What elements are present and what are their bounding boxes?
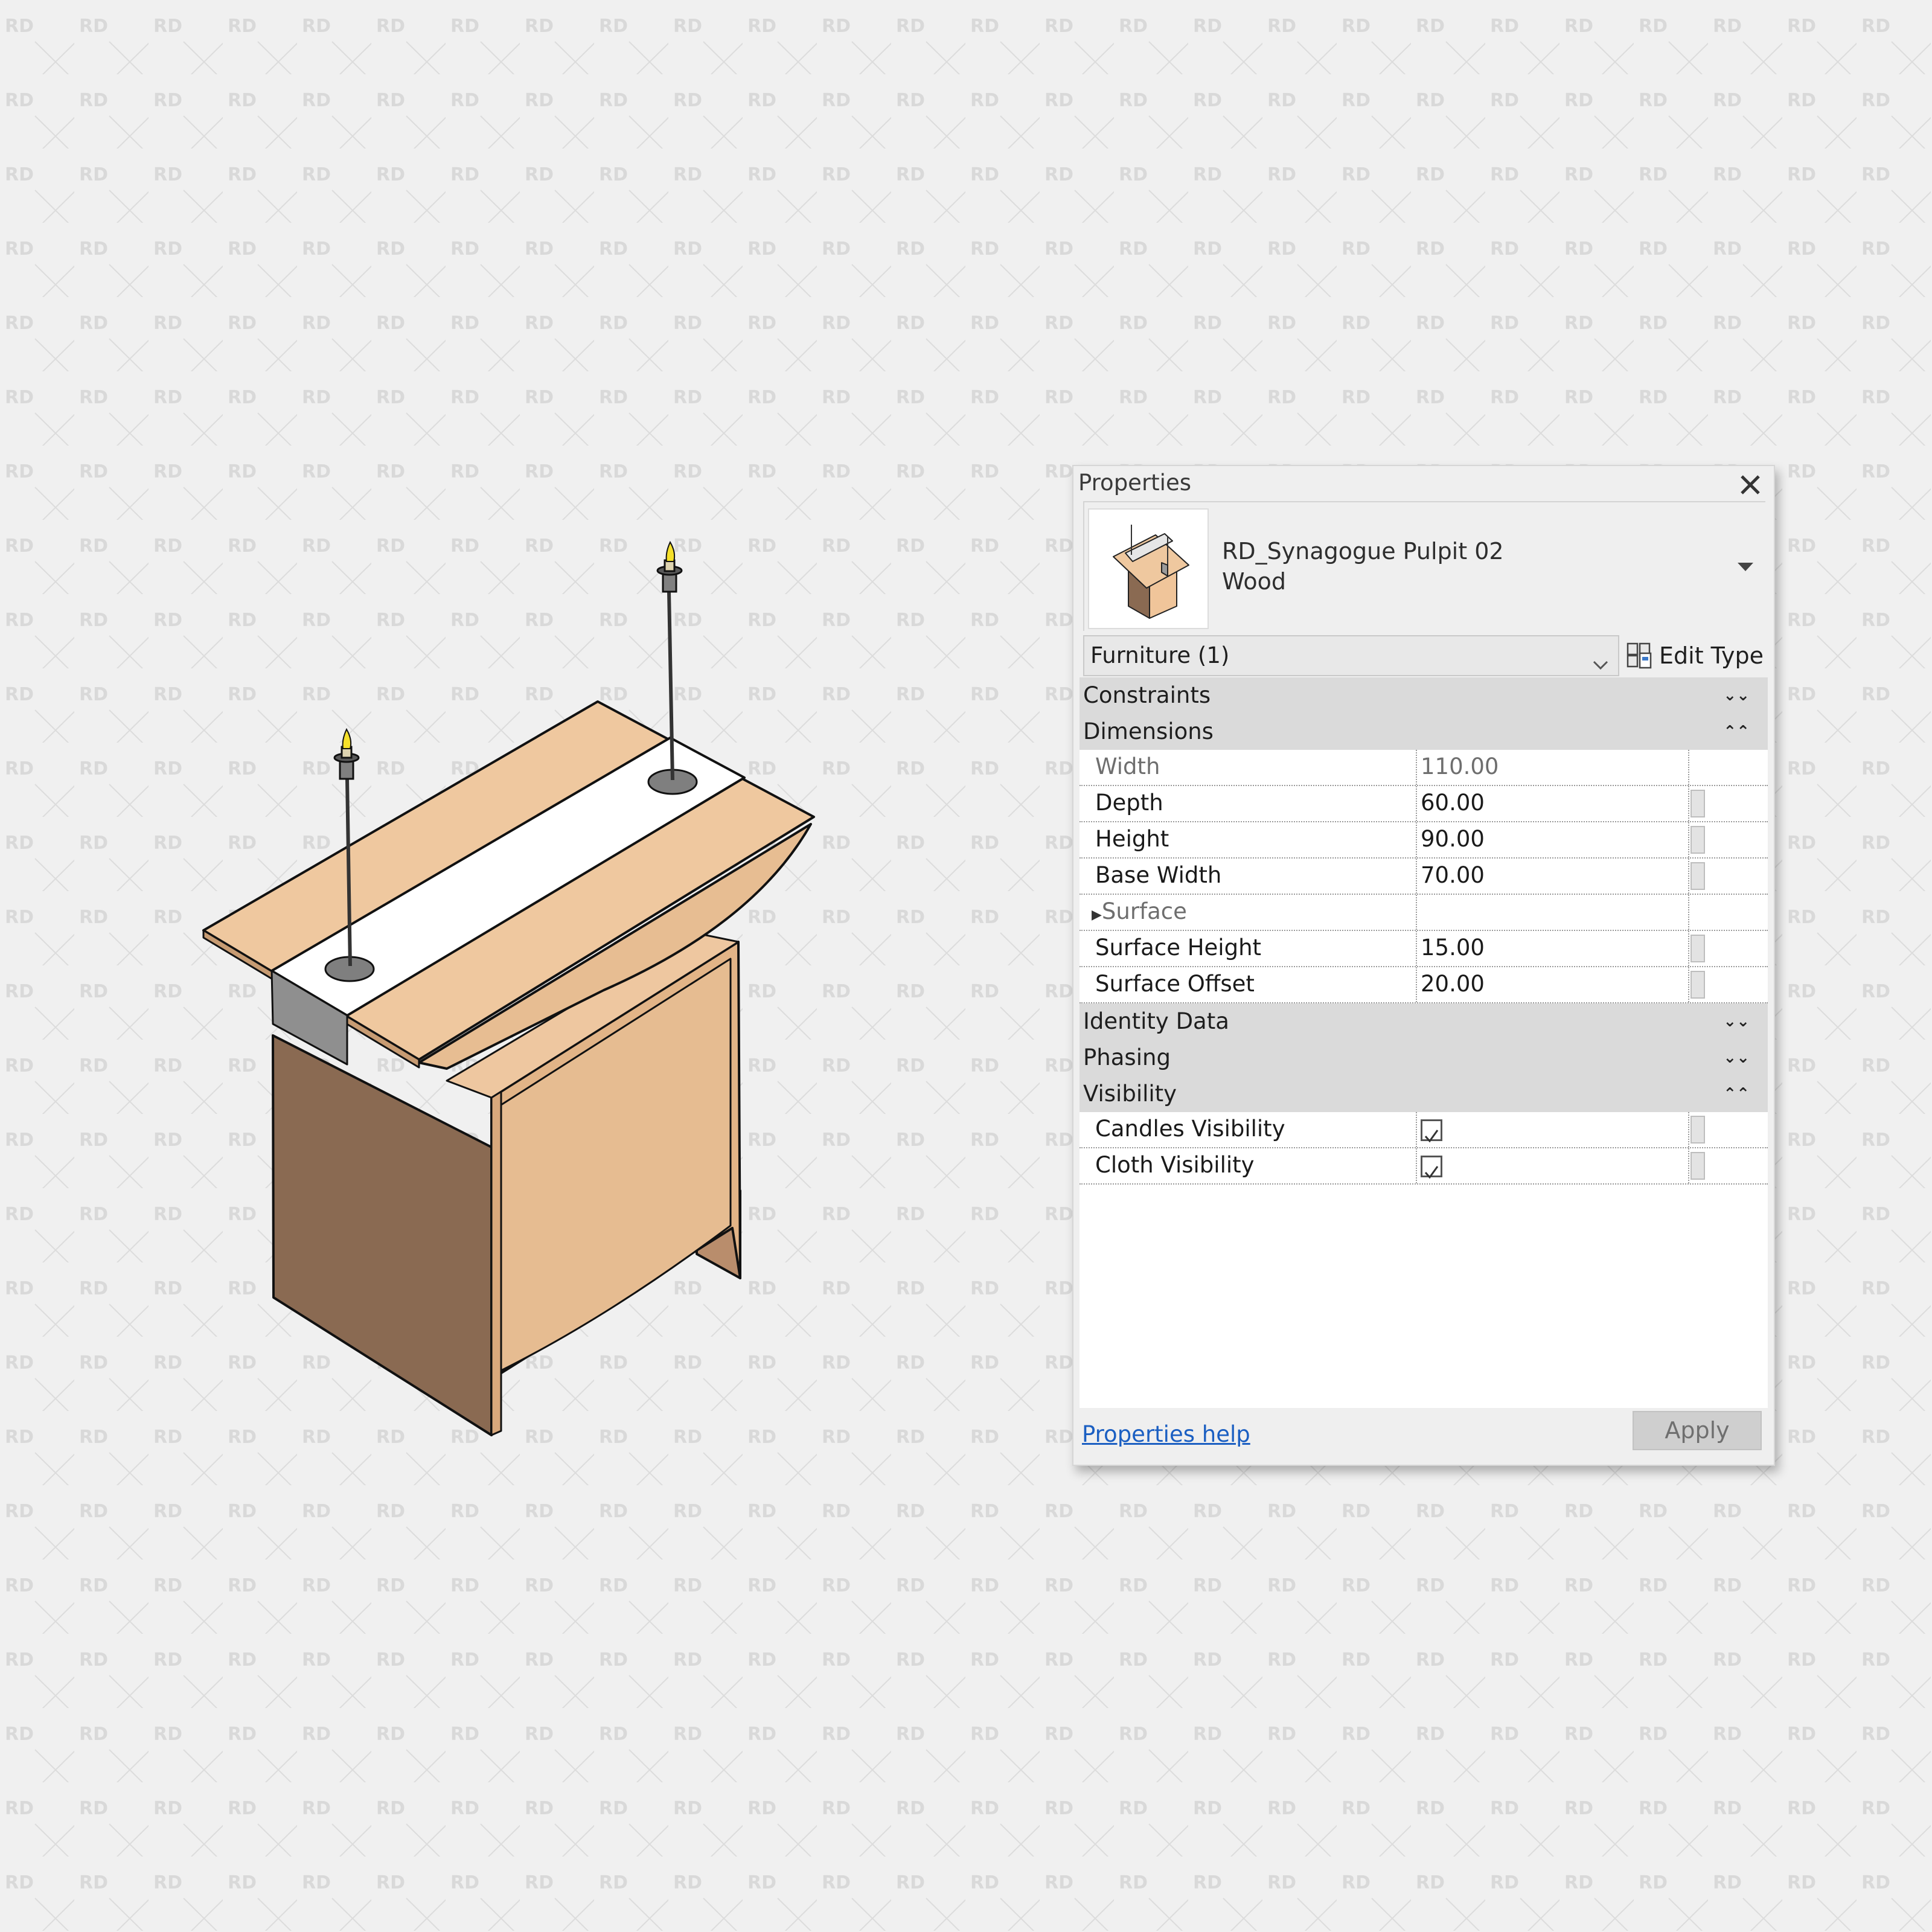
checkmark-icon <box>1424 1130 1439 1143</box>
selection-filter-row: Furniture (1) Edit Type <box>1083 635 1765 677</box>
expand-icon: ⌄⌄ <box>1723 1012 1750 1031</box>
type-thumbnail <box>1088 508 1209 629</box>
pulpit-thumbnail-icon <box>1113 525 1189 619</box>
group-label: Dimensions <box>1083 718 1214 744</box>
collapse-icon: ⌃⌃ <box>1723 1085 1750 1103</box>
type-label: Wood <box>1222 568 1286 595</box>
property-row-depth: Depth 60.00 <box>1080 786 1768 822</box>
collapse-icon: ⌃⌃ <box>1723 723 1750 741</box>
close-icon <box>1741 475 1760 494</box>
property-value-height[interactable]: 90.00 <box>1416 822 1687 857</box>
associate-parameter-button[interactable] <box>1690 862 1705 890</box>
row-stub <box>1688 895 1706 930</box>
cloth-visibility-checkbox[interactable] <box>1421 1156 1442 1179</box>
row-stub <box>1688 967 1706 1002</box>
property-row-candles-visibility: Candles Visibility <box>1080 1112 1768 1148</box>
caret-down-icon <box>1738 563 1753 571</box>
property-name: Base Width <box>1095 862 1222 888</box>
property-subgroup-name: ▶Surface <box>1092 895 1187 932</box>
checkmark-icon <box>1424 1166 1439 1179</box>
property-row-surface-offset: Surface Offset 20.00 <box>1080 967 1768 1003</box>
property-value-surface <box>1416 895 1687 930</box>
property-name: Cloth Visibility <box>1095 1152 1255 1178</box>
subgroup-label: Surface <box>1101 898 1187 924</box>
edit-type-label: Edit Type <box>1659 642 1764 669</box>
properties-grid: Constraints ⌄⌄ Dimensions ⌃⌃ Width 110.0… <box>1080 677 1768 1408</box>
type-dropdown-arrow[interactable] <box>1738 563 1753 575</box>
associate-parameter-button[interactable] <box>1690 935 1705 962</box>
expand-icon: ⌄⌄ <box>1723 686 1750 705</box>
property-value-surface-offset[interactable]: 20.00 <box>1416 967 1687 1002</box>
properties-help-link[interactable]: Properties help <box>1082 1421 1250 1447</box>
row-stub <box>1688 1148 1706 1183</box>
property-name: Depth <box>1095 790 1163 816</box>
row-stub <box>1688 1112 1706 1147</box>
group-constraints[interactable]: Constraints ⌄⌄ <box>1080 677 1768 714</box>
category-filter-value: Furniture (1) <box>1090 642 1230 668</box>
group-dimensions[interactable]: Dimensions ⌃⌃ <box>1080 714 1768 750</box>
group-label: Constraints <box>1083 682 1211 708</box>
property-value-width: 110.00 <box>1416 750 1687 785</box>
group-label: Phasing <box>1083 1044 1171 1070</box>
group-visibility[interactable]: Visibility ⌃⌃ <box>1080 1076 1768 1112</box>
palette-title: Properties <box>1078 470 1191 496</box>
property-name: Surface Offset <box>1095 971 1255 997</box>
property-row-base-width: Base Width 70.00 <box>1080 859 1768 895</box>
row-stub <box>1688 786 1706 821</box>
pulpit-front-edge <box>490 1090 502 1436</box>
group-label: Visibility <box>1083 1081 1177 1107</box>
pulpit-cabinet-side <box>272 1034 493 1436</box>
property-name: Height <box>1095 826 1169 852</box>
property-subgroup-surface[interactable]: ▶Surface <box>1080 895 1768 931</box>
property-row-surface-height: Surface Height 15.00 <box>1080 931 1768 967</box>
row-stub <box>1688 750 1706 785</box>
property-value-surface-height[interactable]: 15.00 <box>1416 931 1687 966</box>
apply-button[interactable]: Apply <box>1633 1411 1762 1450</box>
type-name: RD_Synagogue Pulpit 02 Wood <box>1222 536 1504 597</box>
property-name: Width <box>1095 753 1160 779</box>
property-value-cloth-visibility <box>1416 1148 1687 1183</box>
associate-parameter-button[interactable] <box>1690 1116 1705 1144</box>
edit-type-button[interactable]: Edit Type <box>1627 635 1764 676</box>
caret-right-icon: ▶ <box>1092 907 1102 923</box>
associate-parameter-button[interactable] <box>1690 826 1705 854</box>
row-stub <box>1688 931 1706 966</box>
associate-parameter-button[interactable] <box>1690 790 1705 817</box>
row-stub <box>1688 859 1706 894</box>
type-selector[interactable]: RD_Synagogue Pulpit 02 Wood <box>1083 501 1765 631</box>
group-phasing[interactable]: Phasing ⌄⌄ <box>1080 1040 1768 1076</box>
property-row-width: Width 110.00 <box>1080 750 1768 786</box>
family-name: RD_Synagogue Pulpit 02 <box>1222 538 1504 565</box>
candles-visibility-checkbox[interactable] <box>1421 1119 1442 1143</box>
close-button[interactable] <box>1735 470 1765 500</box>
group-label: Identity Data <box>1083 1008 1229 1034</box>
row-stub <box>1688 822 1706 857</box>
property-value-candles-visibility <box>1416 1112 1687 1147</box>
property-name: Surface Height <box>1095 935 1262 961</box>
properties-palette: Properties RD_Synagogue Pulpit 02 Wood F… <box>1072 465 1775 1466</box>
group-identity-data[interactable]: Identity Data ⌄⌄ <box>1080 1003 1768 1040</box>
expand-icon: ⌄⌄ <box>1723 1049 1750 1067</box>
property-value-depth[interactable]: 60.00 <box>1416 786 1687 821</box>
category-filter-dropdown[interactable]: Furniture (1) <box>1083 635 1619 676</box>
edit-type-icon <box>1627 642 1652 669</box>
property-row-height: Height 90.00 <box>1080 822 1768 859</box>
property-value-base-width[interactable]: 70.00 <box>1416 859 1687 894</box>
palette-footer: Properties help Apply <box>1073 1408 1774 1466</box>
associate-parameter-button[interactable] <box>1690 971 1705 999</box>
property-name: Candles Visibility <box>1095 1116 1285 1142</box>
associate-parameter-button[interactable] <box>1690 1152 1705 1180</box>
property-row-cloth-visibility: Cloth Visibility <box>1080 1148 1768 1185</box>
